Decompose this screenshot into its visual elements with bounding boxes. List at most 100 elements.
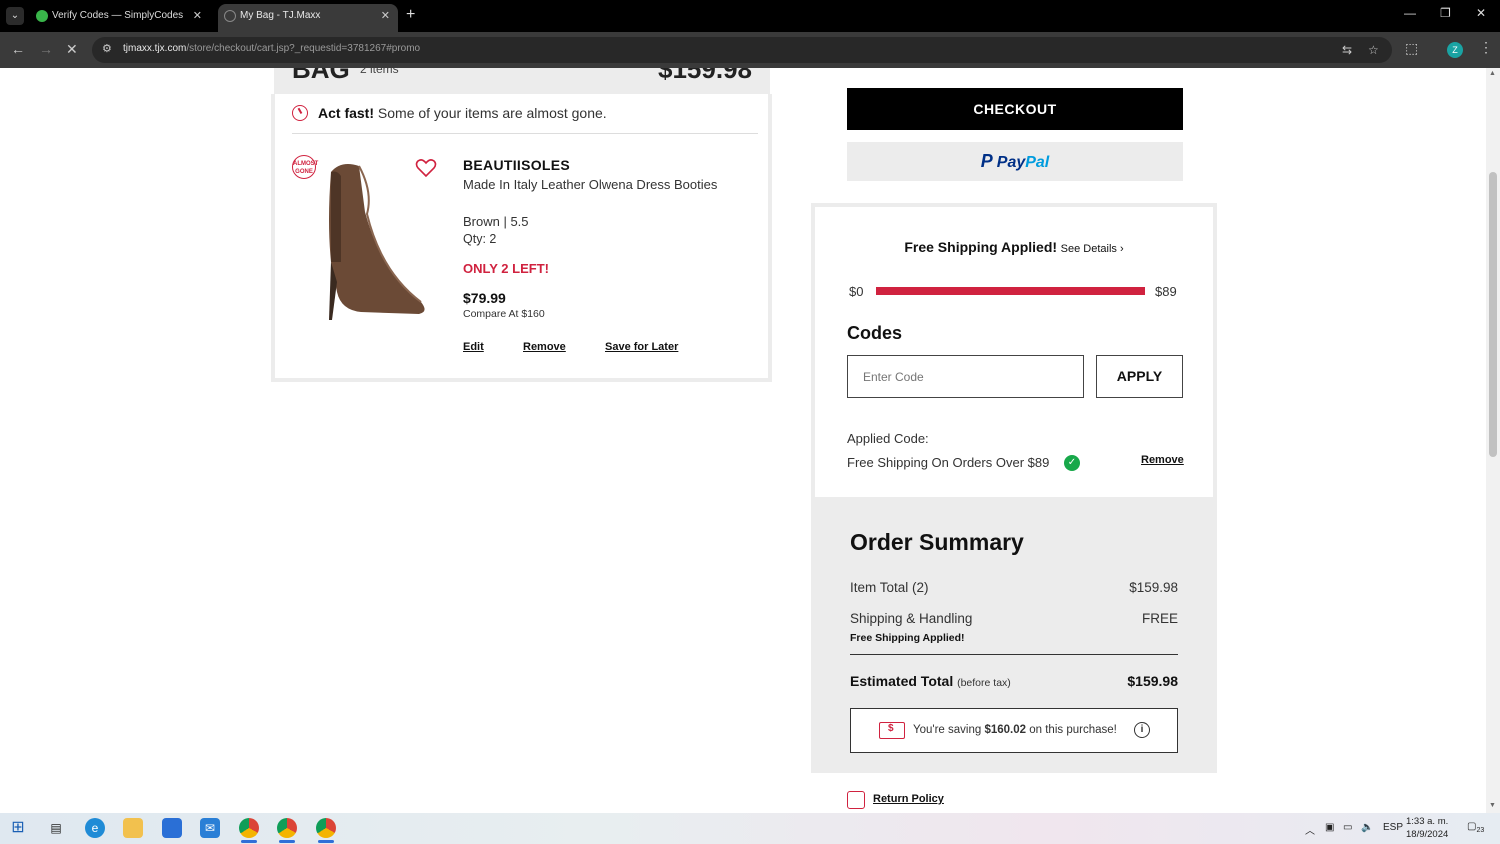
bag-title: BAG [292, 68, 350, 84]
chrome-icon[interactable] [316, 818, 336, 838]
active-indicator [241, 840, 257, 843]
browser-tab-bar: ⌄ Verify Codes — SimplyCodes ✕ My Bag - … [0, 0, 1500, 32]
shipping-progress-fill [876, 287, 1145, 295]
shipping-row: Shipping & Handling FREE [850, 611, 1178, 626]
estimated-total-row: Estimated Total (before tax) $159.98 [850, 673, 1178, 689]
return-policy-link[interactable]: Return Policy [873, 793, 944, 805]
divider [850, 654, 1178, 655]
address-bar: ← → ✕ ⚙ tjmaxx.tjx.com/store/checkout/ca… [0, 32, 1500, 68]
tab-simplycodes[interactable]: Verify Codes — SimplyCodes ✕ [30, 4, 210, 32]
browser-menu-icon[interactable]: ⋮ [1479, 39, 1493, 56]
promo-code-input[interactable] [847, 355, 1084, 398]
order-summary-heading: Order Summary [850, 529, 1024, 555]
codes-heading: Codes [847, 323, 903, 343]
timer-icon [292, 105, 308, 121]
close-window-icon[interactable]: ✕ [1476, 6, 1486, 20]
almost-gone-badge: ALMOST GONE [292, 155, 318, 179]
remove-item-link[interactable]: Remove [523, 341, 566, 353]
bag-total: $159.98 [658, 68, 752, 84]
tab-search-button[interactable]: ⌄ [6, 7, 24, 25]
checkout-button[interactable]: CHECKOUT [847, 88, 1183, 130]
progress-max-label: $89 [1155, 284, 1177, 299]
tray-chevron-icon[interactable]: ︿ [1305, 822, 1315, 837]
tab-title: Verify Codes — SimplyCodes [52, 10, 184, 21]
bag-item-count: 2 items [360, 68, 399, 76]
product-brand[interactable]: BEAUTIISOLES [463, 157, 570, 173]
system-clock[interactable]: 1:33 a. m. 18/9/2024 [1406, 815, 1448, 841]
bag-item-card: Act fast! Some of your items are almost … [271, 94, 772, 382]
remove-code-link[interactable]: Remove [1141, 454, 1184, 466]
tab-tjmaxx[interactable]: My Bag - TJ.Maxx ✕ [218, 4, 398, 32]
bag-header: BAG 2 items $159.98 [274, 68, 770, 94]
chrome-icon[interactable] [239, 818, 259, 838]
page-scrollbar[interactable]: ▲ ▼ [1486, 68, 1500, 813]
applied-code-value: Free Shipping On Orders Over $89 [847, 455, 1050, 470]
simplycodes-favicon-icon [36, 10, 48, 22]
task-view-icon[interactable]: ▤ [46, 818, 66, 838]
check-icon: ✓ [1064, 455, 1080, 471]
store-icon[interactable] [162, 818, 182, 838]
scroll-thumb[interactable] [1489, 172, 1497, 457]
close-tab-icon[interactable]: ✕ [193, 4, 202, 28]
network-icon[interactable]: ▭ [1343, 822, 1352, 833]
notification-icon[interactable]: ▢23 [1467, 821, 1484, 834]
forward-icon[interactable]: → [39, 41, 53, 57]
product-qty: Qty: 2 [463, 232, 497, 246]
progress-min-label: $0 [849, 284, 864, 299]
savings-banner: You're saving $160.02 on this purchase! … [850, 708, 1178, 753]
product-variant: Brown | 5.5 [463, 214, 529, 229]
info-icon[interactable]: i [1134, 722, 1150, 738]
product-price: $79.99 [463, 290, 506, 306]
shipping-progress-bar [876, 287, 1145, 295]
apply-code-button[interactable]: APPLY [1096, 355, 1183, 398]
minimize-icon[interactable]: — [1404, 6, 1416, 20]
scroll-up-icon[interactable]: ▲ [1489, 70, 1496, 77]
profile-avatar[interactable]: Z [1447, 42, 1463, 58]
applied-code-label: Applied Code: [847, 431, 929, 446]
save-for-later-link[interactable]: Save for Later [605, 341, 678, 353]
restore-icon[interactable]: ❐ [1440, 6, 1451, 20]
url-text: tjmaxx.tjx.com/store/checkout/cart.jsp?_… [123, 43, 421, 54]
product-name[interactable]: Made In Italy Leather Olwena Dress Booti… [463, 177, 717, 192]
volume-icon[interactable]: 🔈 [1361, 822, 1373, 833]
translate-icon[interactable]: ⇆ [1342, 43, 1352, 57]
file-explorer-icon[interactable] [123, 818, 143, 838]
act-fast-notice: Act fast! Some of your items are almost … [292, 103, 758, 134]
mail-icon[interactable]: ✉ [200, 818, 220, 838]
free-shipping-title: Free Shipping Applied! See Details › [904, 239, 1124, 255]
shipping-note: Free Shipping Applied! [850, 632, 965, 644]
product-image[interactable] [301, 152, 431, 322]
os-taskbar: ⊞ ▤ e ✉ ︿ ▣ ▭ 🔈 ESP 1:33 a. m. 18/9/2024… [0, 813, 1500, 844]
edit-link[interactable]: Edit [463, 341, 484, 353]
chrome-icon[interactable] [277, 818, 297, 838]
stop-loading-icon[interactable]: ✕ [66, 41, 78, 58]
heart-icon[interactable] [415, 157, 437, 179]
low-stock-label: ONLY 2 LEFT! [463, 261, 549, 276]
active-indicator [318, 840, 334, 843]
close-tab-icon[interactable]: ✕ [381, 4, 390, 28]
edge-icon[interactable]: e [85, 818, 105, 838]
act-fast-text: Some of your items are almost gone. [377, 105, 607, 121]
paypal-button[interactable]: P PayPal [847, 142, 1183, 181]
back-icon[interactable]: ← [11, 41, 25, 57]
bookmark-star-icon[interactable]: ☆ [1368, 43, 1379, 57]
scroll-down-icon[interactable]: ▼ [1489, 802, 1496, 809]
active-indicator [279, 840, 295, 843]
loading-favicon-icon [224, 10, 236, 22]
new-tab-icon[interactable]: + [406, 6, 415, 24]
see-details-link[interactable]: See Details › [1061, 243, 1124, 255]
tab-title: My Bag - TJ.Maxx [240, 10, 321, 21]
money-icon [879, 722, 905, 739]
order-summary: Order Summary Item Total (2) $159.98 Ship… [811, 501, 1217, 773]
language-indicator[interactable]: ESP [1383, 822, 1403, 833]
windows-start-icon[interactable]: ⊞ [8, 818, 28, 838]
compare-price: Compare At $160 [463, 308, 545, 320]
return-box-icon [847, 791, 865, 809]
meet-icon[interactable]: ▣ [1325, 822, 1334, 833]
paypal-logo-icon: P [980, 151, 993, 171]
site-info-icon[interactable]: ⚙ [102, 42, 112, 55]
shipping-codes-card: Free Shipping Applied! See Details › $0 … [811, 203, 1217, 501]
extensions-icon[interactable]: ⬚ [1405, 40, 1418, 57]
act-fast-bold: Act fast! [318, 105, 375, 121]
url-field[interactable]: ⚙ tjmaxx.tjx.com/store/checkout/cart.jsp… [92, 37, 1392, 63]
